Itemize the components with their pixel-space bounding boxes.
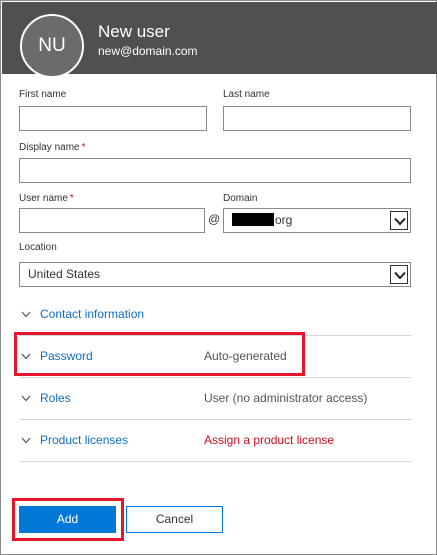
display-name-field[interactable]	[19, 158, 411, 183]
section-contact-information[interactable]: Contact information	[19, 294, 411, 336]
header-email: new@domain.com	[98, 44, 198, 58]
last-name-field[interactable]	[223, 106, 411, 131]
location-select[interactable]: United States	[19, 262, 411, 287]
first-name-field[interactable]	[19, 106, 207, 131]
section-label: Roles	[40, 391, 71, 405]
user-name-label-text: User name	[19, 193, 68, 204]
chevron-down-icon	[21, 437, 31, 444]
display-name-label-text: Display name	[19, 142, 80, 153]
new-user-panel: NU New user new@domain.com First name La…	[0, 0, 437, 555]
user-name-field[interactable]	[19, 208, 205, 233]
add-button[interactable]: Add	[19, 506, 116, 533]
section-label: Product licenses	[40, 433, 129, 447]
section-value: User (no administrator access)	[204, 391, 368, 405]
domain-select[interactable]: org	[223, 208, 411, 233]
display-name-label: Display name *	[19, 142, 86, 153]
section-label: Contact information	[40, 307, 145, 321]
password-highlight-box	[14, 332, 305, 376]
at-symbol: @	[208, 212, 221, 226]
required-marker: *	[69, 193, 74, 204]
location-label: Location	[19, 242, 57, 253]
domain-value: org	[275, 213, 293, 227]
chevron-down-icon[interactable]	[390, 211, 408, 230]
chevron-down-icon	[21, 311, 31, 318]
section-product-licenses[interactable]: Product licenses Assign a product licens…	[19, 420, 411, 462]
domain-label: Domain	[223, 193, 258, 204]
redacted-domain-block	[232, 213, 274, 226]
required-marker: *	[81, 142, 86, 153]
chevron-down-icon[interactable]	[390, 265, 408, 284]
cancel-button[interactable]: Cancel	[126, 506, 223, 533]
avatar: NU	[20, 14, 84, 78]
chevron-down-icon	[21, 395, 31, 402]
panel-header: NU New user new@domain.com	[2, 2, 437, 78]
first-name-label: First name	[19, 89, 67, 100]
user-name-label: User name *	[19, 193, 74, 204]
panel-title: New user	[98, 22, 170, 41]
location-value: United States	[28, 267, 101, 281]
section-value: Assign a product license	[204, 433, 335, 447]
section-roles[interactable]: Roles User (no administrator access)	[19, 378, 411, 420]
last-name-label: Last name	[223, 89, 270, 100]
